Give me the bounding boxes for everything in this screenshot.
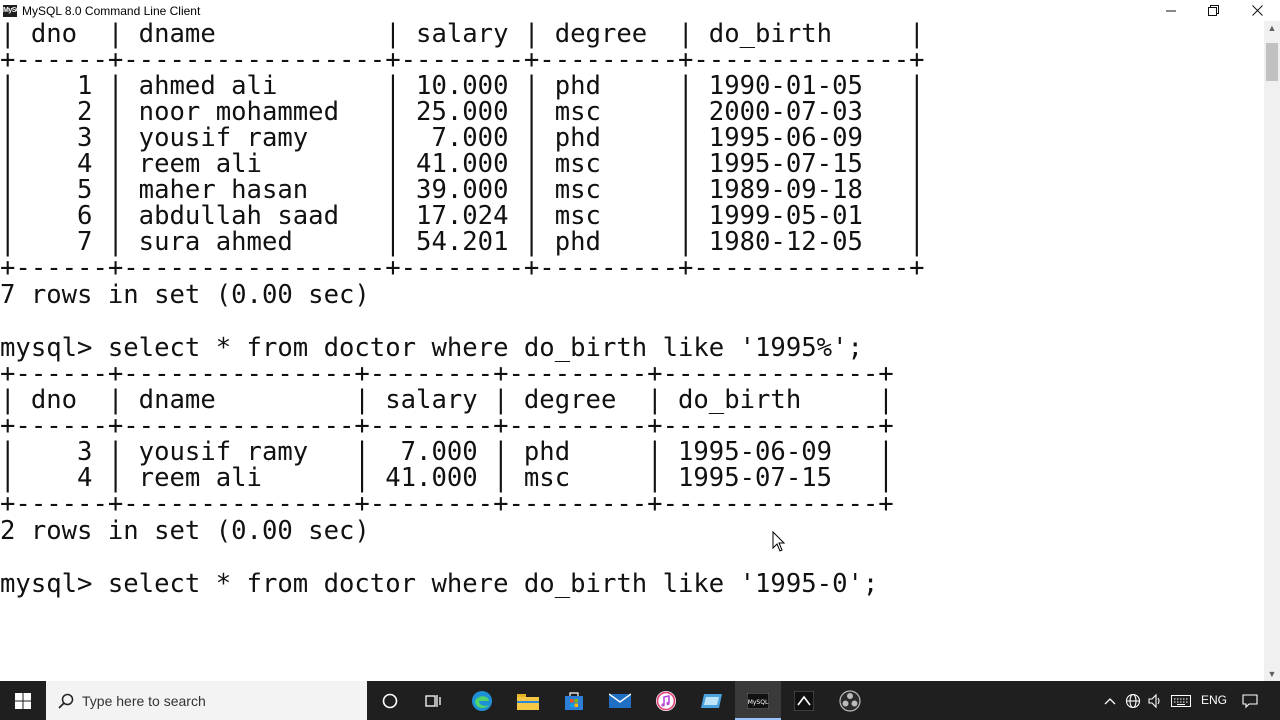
keyboard-button[interactable] bbox=[1168, 681, 1194, 720]
network-button[interactable] bbox=[1122, 681, 1144, 720]
title-bar[interactable]: MySQL MySQL 8.0 Command Line Client bbox=[0, 0, 1280, 21]
volume-button[interactable] bbox=[1144, 681, 1166, 720]
console-line: | 3 | yousif ramy | 7.000 | phd | 1995-0… bbox=[0, 123, 925, 153]
windows-start-icon bbox=[15, 692, 31, 709]
console-line: 2 rows in set (0.00 sec) bbox=[0, 516, 370, 546]
restore-icon bbox=[1207, 5, 1219, 16]
itunes-icon bbox=[656, 690, 676, 711]
taskbar: Type here to search MySQL ENG bbox=[0, 681, 1280, 720]
cortana-button[interactable] bbox=[367, 681, 413, 720]
taskbar-store[interactable] bbox=[551, 681, 597, 720]
minimize-button[interactable] bbox=[1148, 0, 1194, 21]
taskbar-search-box[interactable]: Type here to search bbox=[46, 681, 367, 720]
console-line: mysql> select * from doctor where do_bir… bbox=[0, 333, 863, 363]
window-title: MySQL 8.0 Command Line Client bbox=[22, 3, 201, 18]
console-line: +------+-----------------+--------+-----… bbox=[0, 45, 925, 75]
console-line: | dno | dname | salary | degree | do_bir… bbox=[0, 385, 894, 415]
mysql-icon: MySQL bbox=[747, 692, 769, 709]
store-icon bbox=[565, 691, 583, 710]
console-line: +------+-----------------+--------+-----… bbox=[0, 253, 925, 283]
globe-icon bbox=[1125, 693, 1141, 708]
notification-icon bbox=[1242, 693, 1258, 708]
edge-icon bbox=[472, 690, 492, 711]
scroll-thumb[interactable] bbox=[1266, 43, 1278, 81]
file-explorer-icon bbox=[517, 693, 539, 710]
obs-icon bbox=[839, 689, 861, 712]
svg-text:MySQL: MySQL bbox=[748, 699, 769, 706]
close-button[interactable] bbox=[1234, 0, 1280, 21]
console-line: +------+---------------+--------+-------… bbox=[0, 489, 894, 519]
taskbar-file-explorer[interactable] bbox=[505, 681, 551, 720]
taskbar-itunes[interactable] bbox=[643, 681, 689, 720]
terminal-icon bbox=[794, 690, 814, 711]
taskbar-mysql-client[interactable]: MySQL bbox=[735, 681, 781, 720]
taskbar-obs[interactable] bbox=[827, 681, 873, 720]
mouse-pointer-icon bbox=[772, 531, 786, 552]
tray-overflow-button[interactable] bbox=[1100, 681, 1120, 720]
console-line: | 7 | sura ahmed | 54.201 | phd | 1980-1… bbox=[0, 227, 925, 257]
search-icon bbox=[58, 693, 74, 709]
vertical-scrollbar[interactable]: ▲ ▼ bbox=[1264, 21, 1280, 681]
taskbar-app[interactable] bbox=[689, 681, 735, 720]
language-indicator[interactable]: ENG bbox=[1201, 681, 1227, 720]
taskbar-edge[interactable] bbox=[459, 681, 505, 720]
console-line: | 6 | abdullah saad | 17.024 | msc | 199… bbox=[0, 201, 925, 231]
console-line: +------+---------------+--------+-------… bbox=[0, 359, 894, 389]
console-line: | dno | dname | salary | degree | do_bir… bbox=[0, 21, 925, 49]
console-line: mysql> select * from doctor where do_bir… bbox=[0, 569, 879, 599]
start-button[interactable] bbox=[0, 681, 46, 720]
mysql-app-icon: MySQL bbox=[3, 4, 25, 17]
console-line: | 1 | ahmed ali | 10.000 | phd | 1990-01… bbox=[0, 71, 925, 101]
scroll-up-arrow-icon[interactable]: ▲ bbox=[1264, 23, 1280, 33]
scroll-down-arrow-icon[interactable]: ▼ bbox=[1264, 669, 1280, 679]
task-view-icon bbox=[425, 694, 441, 707]
restore-button[interactable] bbox=[1190, 0, 1236, 21]
console-line: | 3 | yousif ramy | 7.000 | phd | 1995-0… bbox=[0, 437, 894, 467]
search-placeholder: Type here to search bbox=[82, 692, 206, 709]
console-line: +------+---------------+--------+-------… bbox=[0, 411, 894, 441]
chevron-up-icon bbox=[1104, 697, 1116, 704]
console-line: | 4 | reem ali | 41.000 | msc | 1995-07-… bbox=[0, 149, 925, 179]
console-line: 7 rows in set (0.00 sec) bbox=[0, 280, 370, 310]
taskbar-terminal[interactable] bbox=[781, 681, 827, 720]
cortana-icon bbox=[382, 693, 398, 708]
close-icon bbox=[1251, 5, 1263, 16]
speaker-icon bbox=[1148, 693, 1160, 708]
task-view-button[interactable] bbox=[413, 681, 455, 720]
console-line: | 4 | reem ali | 41.000 | msc | 1995-07-… bbox=[0, 463, 894, 493]
minimize-icon bbox=[1166, 10, 1176, 11]
mail-icon bbox=[609, 692, 631, 708]
console-output[interactable]: | dno | dname | salary | degree | do_bir… bbox=[0, 21, 1264, 681]
keyboard-icon bbox=[1171, 694, 1191, 707]
console-line: | 5 | maher hasan | 39.000 | msc | 1989-… bbox=[0, 175, 925, 205]
app-icon bbox=[701, 693, 722, 708]
notifications-button[interactable] bbox=[1236, 681, 1264, 720]
taskbar-mail[interactable] bbox=[597, 681, 643, 720]
console-line: | 2 | noor mohammed | 25.000 | msc | 200… bbox=[0, 97, 925, 127]
